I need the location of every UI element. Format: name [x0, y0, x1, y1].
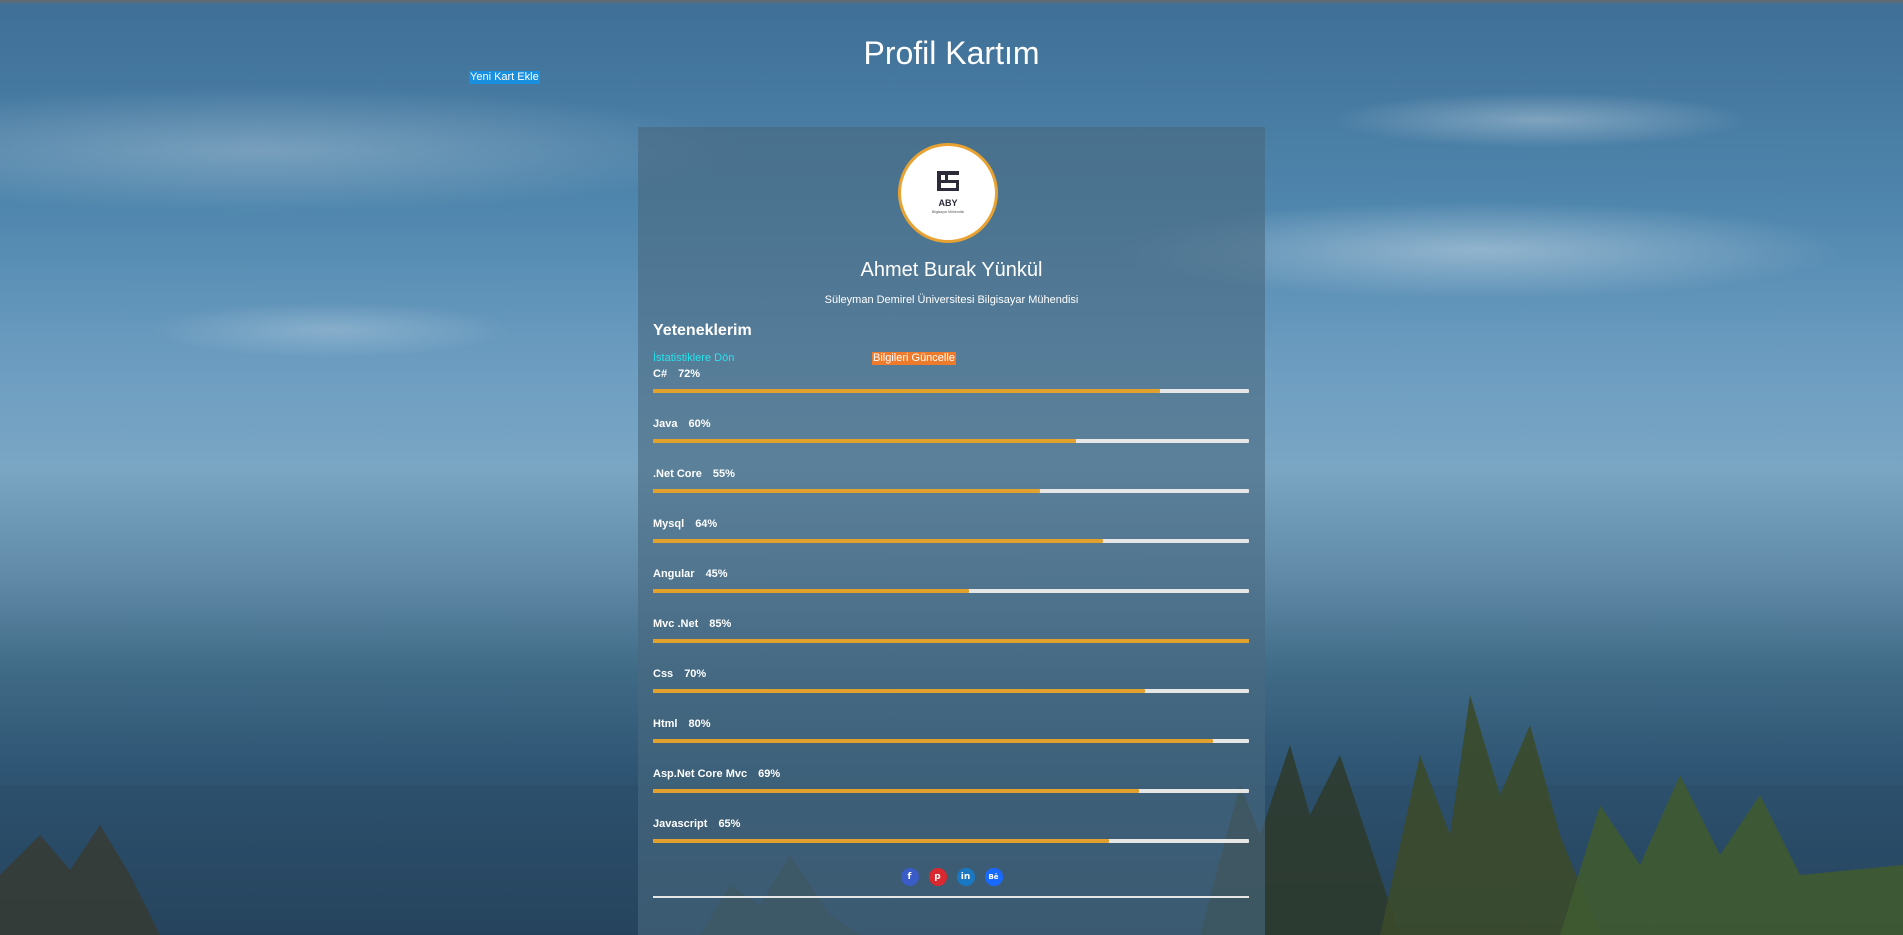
skill-percent: 45%: [705, 568, 728, 580]
skill-name: Html: [653, 718, 678, 730]
skill-label: Mvc .Net 85%: [653, 617, 731, 631]
skill-item: Html 80%: [653, 717, 1249, 767]
skill-progress-bar: [653, 539, 1249, 543]
skill-percent: 65%: [718, 818, 741, 830]
skill-name: Css: [653, 668, 674, 680]
skill-percent: 69%: [758, 768, 781, 780]
skill-progress-fill: [653, 789, 1139, 793]
skill-progress-fill: [653, 739, 1214, 743]
skill-name: Angular: [653, 568, 695, 580]
skill-item: Angular 45%: [653, 567, 1249, 617]
skill-label: Angular 45%: [653, 567, 728, 581]
skill-percent: 72%: [678, 368, 701, 380]
skill-progress-fill: [653, 389, 1160, 393]
aby-logo: ABY Bilgisayar Mühendisi: [932, 171, 964, 214]
skill-item: Java 60%: [653, 417, 1249, 467]
divider: [653, 896, 1249, 898]
skill-label: Java 60%: [653, 417, 711, 431]
skill-percent: 55%: [712, 468, 735, 480]
skill-item: .Net Core 55%: [653, 467, 1249, 517]
facebook-icon[interactable]: f: [900, 868, 919, 886]
skill-progress-fill: [653, 689, 1145, 693]
skill-progress-fill: [653, 589, 969, 593]
skill-progress-bar: [653, 639, 1249, 643]
skill-item: Mysql 64%: [653, 517, 1249, 567]
skill-progress-bar: [653, 489, 1249, 493]
skill-label: C# 72%: [653, 367, 700, 381]
skill-item: Css 70%: [653, 667, 1249, 717]
behance-icon[interactable]: Bē: [984, 868, 1003, 886]
skill-label: Javascript 65%: [653, 817, 740, 831]
skill-name: Javascript: [653, 818, 708, 830]
skill-item: C# 72%: [653, 367, 1249, 417]
skill-item: Asp.Net Core Mvc 69%: [653, 767, 1249, 817]
skill-item: Javascript 65%: [653, 817, 1249, 867]
skill-progress-bar: [653, 589, 1249, 593]
avatar: ABY Bilgisayar Mühendisi: [898, 143, 998, 243]
skill-label: .Net Core 55%: [653, 467, 735, 481]
skill-label: Html 80%: [653, 717, 710, 731]
skill-progress-bar: [653, 689, 1249, 693]
skill-progress-bar: [653, 439, 1249, 443]
skill-progress-bar: [653, 839, 1249, 843]
top-border: [0, 0, 1903, 3]
skill-name: C#: [653, 368, 668, 380]
skill-progress-fill: [653, 639, 1249, 643]
update-info-button[interactable]: Bilgileri Güncelle: [872, 352, 956, 365]
skill-progress-bar: [653, 739, 1249, 743]
skills-heading: Yeteneklerim: [653, 322, 752, 339]
profile-card: ABY Bilgisayar Mühendisi Ahmet Burak Yün…: [638, 127, 1265, 935]
pinterest-icon[interactable]: p: [928, 868, 947, 886]
skill-progress-fill: [653, 439, 1077, 443]
skill-name: Mysql: [653, 518, 685, 530]
skill-percent: 80%: [688, 718, 711, 730]
skill-name: Mvc .Net: [653, 618, 699, 630]
skill-progress-fill: [653, 839, 1109, 843]
skill-name: Asp.Net Core Mvc: [653, 768, 748, 780]
skill-percent: 70%: [684, 668, 707, 680]
logo-text: ABY: [938, 198, 957, 208]
skill-progress-fill: [653, 539, 1103, 543]
logo-subtext: Bilgisayar Mühendisi: [932, 210, 964, 214]
new-card-button[interactable]: Yeni Kart Ekle: [469, 71, 540, 84]
back-to-stats-link[interactable]: İstatistiklere Dön: [653, 352, 734, 365]
skills-list: C# 72% Java 60% .Net Core 55% Mysql 64% Angu…: [653, 367, 1249, 867]
skill-name: Java: [653, 418, 678, 430]
social-links: f p in Bē: [638, 868, 1265, 886]
skill-item: Mvc .Net 85%: [653, 617, 1249, 667]
profile-subtitle: Süleyman Demirel Üniversitesi Bilgisayar…: [824, 294, 1079, 306]
skill-percent: 60%: [688, 418, 711, 430]
skill-label: Asp.Net Core Mvc 69%: [653, 767, 780, 781]
skill-name: .Net Core: [653, 468, 702, 480]
skill-progress-bar: [653, 389, 1249, 393]
skill-progress-fill: [653, 489, 1041, 493]
skill-label: Css 70%: [653, 667, 706, 681]
skill-label: Mysql 64%: [653, 517, 717, 531]
page-title: Profil Kartım: [863, 35, 1040, 71]
skill-percent: 64%: [695, 518, 718, 530]
profile-name: Ahmet Burak Yünkül: [860, 259, 1043, 281]
skill-progress-bar: [653, 789, 1249, 793]
linkedin-icon[interactable]: in: [956, 868, 975, 886]
skill-percent: 85%: [709, 618, 732, 630]
